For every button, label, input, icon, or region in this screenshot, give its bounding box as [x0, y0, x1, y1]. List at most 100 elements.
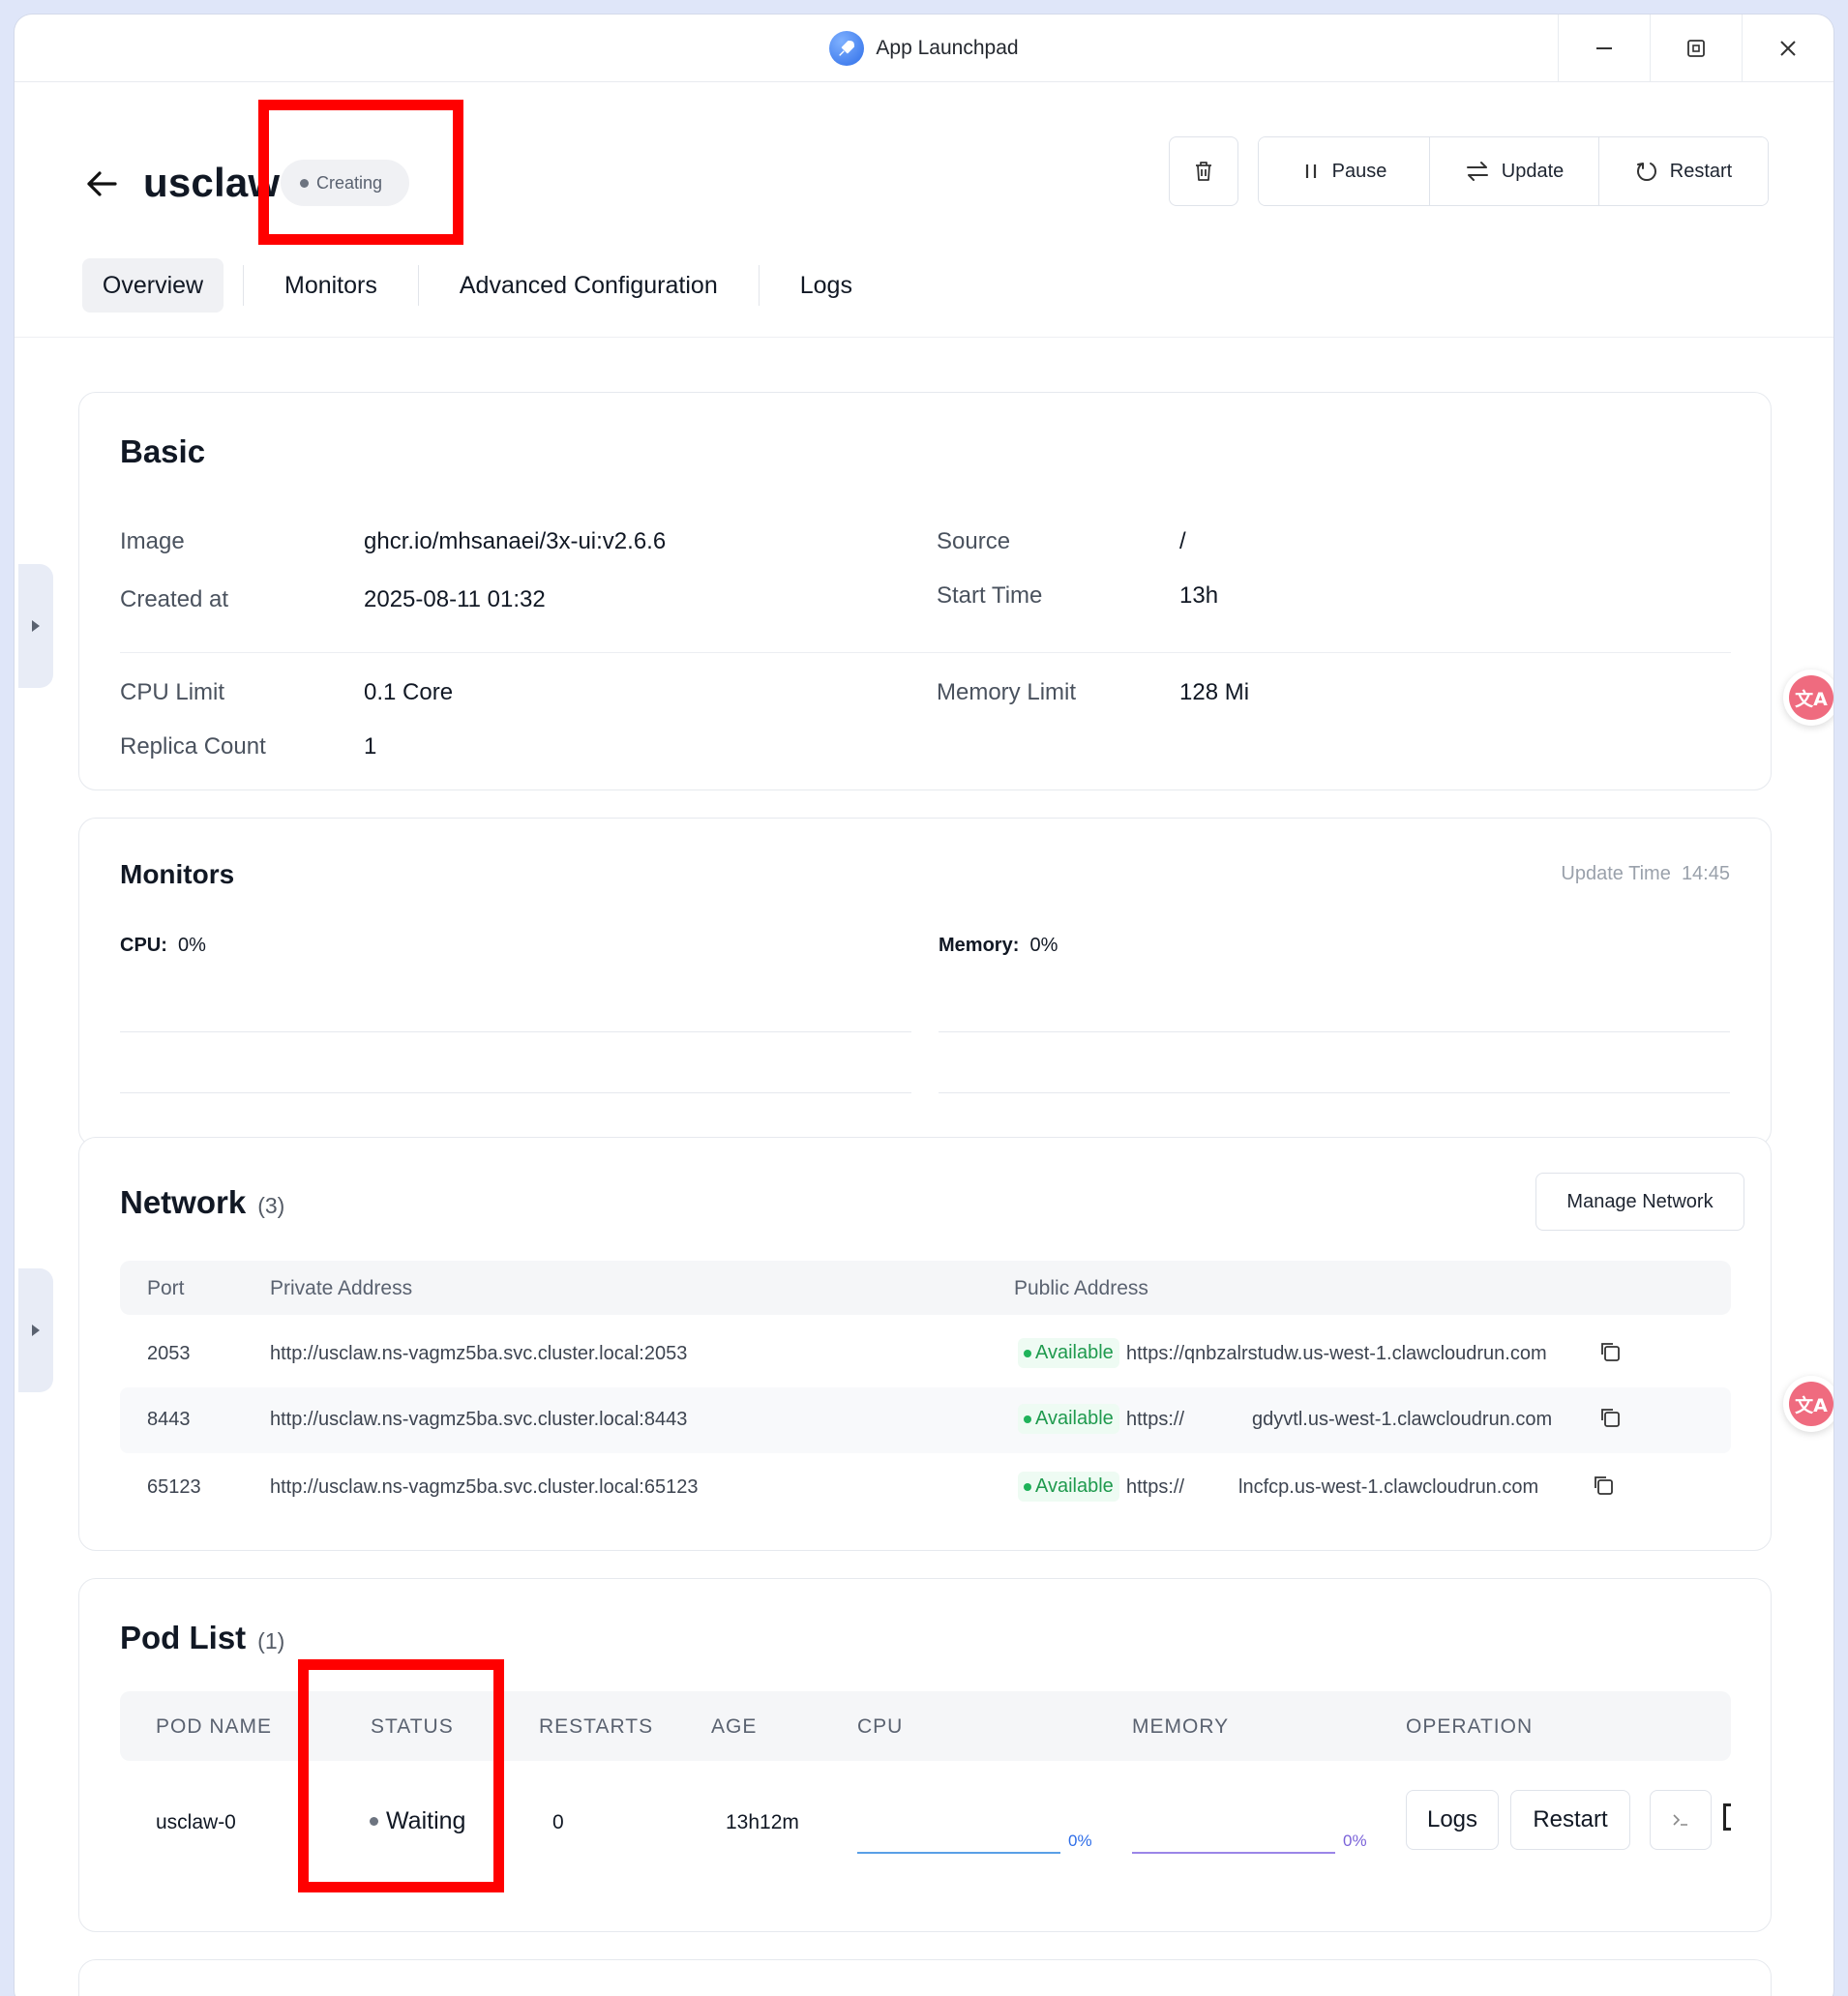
available-text: Available	[1035, 1475, 1114, 1497]
maximize-button[interactable]	[1650, 15, 1742, 82]
network-row: 8443 http://usclaw.ns-vagmz5ba.svc.clust…	[120, 1387, 1731, 1453]
pause-button[interactable]: Pause	[1259, 137, 1429, 205]
network-count: (3)	[257, 1193, 285, 1218]
pause-label: Pause	[1331, 160, 1387, 182]
memory-chart-line	[939, 1092, 1730, 1093]
app-status-text: Creating	[316, 172, 383, 193]
network-row: 2053 http://usclaw.ns-vagmz5ba.svc.clust…	[120, 1322, 1731, 1387]
manage-network-button[interactable]: Manage Network	[1535, 1173, 1744, 1231]
update-button[interactable]: Update	[1430, 137, 1598, 205]
pod-list-title: Pod List	[120, 1620, 247, 1655]
start-time-label: Start Time	[937, 582, 1043, 609]
age-cell: 13h12m	[726, 1811, 799, 1833]
tab-logs[interactable]: Logs	[779, 258, 874, 313]
restart-button[interactable]: Restart	[1599, 137, 1768, 205]
window-title: App Launchpad	[876, 36, 1019, 59]
pod-status-text: Waiting	[386, 1807, 466, 1834]
trash-icon	[1196, 162, 1211, 181]
copy-icon[interactable]	[1597, 1405, 1623, 1435]
memory-limit-label: Memory Limit	[937, 679, 1077, 705]
public-address-link[interactable]: https://qnbzalrstudw.us-west-1.clawcloud…	[1126, 1343, 1547, 1365]
translate-button[interactable]: 文A	[1783, 1376, 1833, 1432]
update-time-value: 14:45	[1681, 863, 1730, 884]
sidebar-expand-handle[interactable]	[18, 564, 53, 688]
public-address-prefix: https://	[1126, 1476, 1185, 1498]
public-address-link[interactable]: https:// gdyvtl.us-west-1.clawcloudrun.co…	[1126, 1409, 1552, 1431]
source-value: /	[1179, 528, 1186, 554]
age-column-header: AGE	[711, 1715, 758, 1738]
pause-icon	[1305, 164, 1316, 178]
action-button-group: Pause Update Restart	[1258, 136, 1769, 206]
tab-divider	[758, 265, 760, 306]
update-time-label: Update Time	[1561, 863, 1671, 884]
port-cell: 8443	[147, 1409, 191, 1430]
pod-logs-button[interactable]: Logs	[1406, 1790, 1499, 1850]
sidebar-expand-handle[interactable]	[18, 1268, 53, 1392]
close-button[interactable]	[1742, 15, 1833, 82]
memory-chart-line	[939, 1031, 1730, 1032]
translate-icon: 文A	[1789, 675, 1833, 720]
pod-restart-button[interactable]: Restart	[1510, 1790, 1630, 1850]
minimize-button[interactable]	[1558, 15, 1650, 82]
tab-overview[interactable]: Overview	[82, 258, 224, 313]
private-address-cell: http://usclaw.ns-vagmz5ba.svc.cluster.lo…	[270, 1409, 688, 1430]
private-address-cell: http://usclaw.ns-vagmz5ba.svc.cluster.lo…	[270, 1476, 699, 1498]
maximize-icon	[1687, 40, 1705, 57]
app-window: App Launchpad usclaw Creating Pause Upda…	[15, 15, 1833, 1996]
basic-title: Basic	[120, 433, 206, 469]
cpu-usage-value: 0%	[1068, 1832, 1092, 1850]
translate-icon: 文A	[1789, 1382, 1833, 1426]
back-button[interactable]	[82, 164, 121, 203]
rocket-icon	[829, 30, 865, 66]
monitors-card: Monitors Update Time 14:45 CPU: 0% Memor…	[78, 818, 1772, 1147]
network-title-group: Network (3)	[120, 1184, 284, 1221]
basic-card: Basic Image ghcr.io/mhsanaei/3x-ui:v2.6.…	[78, 392, 1772, 790]
caret-right-icon	[32, 620, 40, 632]
memory-monitor-label: Memory: 0%	[939, 935, 1058, 957]
app-status-badge: Creating	[281, 160, 410, 206]
public-address-column-header: Public Address	[1014, 1277, 1148, 1299]
restart-icon	[1636, 163, 1656, 182]
terminal-button[interactable]	[1650, 1790, 1712, 1850]
operation-column-header: OPERATION	[1406, 1715, 1534, 1738]
source-label: Source	[937, 528, 1011, 554]
network-row: 65123 http://usclaw.ns-vagmz5ba.svc.clus…	[120, 1455, 1731, 1521]
replica-count-value: 1	[364, 733, 377, 760]
available-dot	[1024, 1349, 1031, 1357]
more-button-partial[interactable]	[1723, 1803, 1731, 1831]
cpu-limit-value: 0.1 Core	[364, 679, 454, 705]
replica-count-label: Replica Count	[120, 733, 266, 760]
available-dot	[1024, 1482, 1031, 1491]
cpu-limit-label: CPU Limit	[120, 679, 225, 705]
status-column-header: STATUS	[371, 1715, 454, 1738]
image-value: ghcr.io/mhsanaei/3x-ui:v2.6.6	[364, 528, 667, 554]
translate-button[interactable]: 文A	[1783, 670, 1833, 726]
memory-label: Memory:	[939, 935, 1020, 956]
tab-advanced-configuration[interactable]: Advanced Configuration	[438, 258, 739, 313]
cpu-column-header: CPU	[857, 1715, 904, 1738]
pod-list-card: Pod List (1) POD NAME STATUS RESTARTS AGE…	[78, 1578, 1772, 1932]
next-card	[78, 1959, 1772, 1996]
pod-table-header: POD NAME STATUS RESTARTS AGE CPU MEMORY …	[120, 1691, 1731, 1761]
copy-icon[interactable]	[1597, 1339, 1623, 1369]
restarts-cell: 0	[552, 1811, 564, 1833]
network-card: Network (3) Manage Network Port Private A…	[78, 1137, 1772, 1551]
minimize-icon	[1596, 47, 1612, 49]
tab-monitors[interactable]: Monitors	[263, 258, 399, 313]
pod-list-count: (1)	[257, 1628, 285, 1653]
memory-value: 0%	[1029, 935, 1058, 956]
public-address-suffix: lncfcp.us-west-1.clawcloudrun.com	[1238, 1476, 1539, 1498]
created-at-label: Created at	[120, 586, 229, 612]
tab-bar: Overview Monitors Advanced Configuration…	[82, 258, 874, 313]
created-at-value: 2025-08-11 01:32	[364, 586, 546, 612]
memory-limit-value: 128 Mi	[1179, 679, 1250, 705]
delete-button[interactable]	[1169, 136, 1238, 206]
copy-icon[interactable]	[1591, 1473, 1616, 1503]
restarts-column-header: RESTARTS	[539, 1715, 654, 1738]
public-address-suffix: gdyvtl.us-west-1.clawcloudrun.com	[1252, 1409, 1553, 1430]
public-address-prefix: https://	[1126, 1409, 1185, 1430]
cpu-label: CPU:	[120, 935, 167, 956]
restart-label: Restart	[1669, 160, 1733, 182]
app-name: usclaw	[143, 160, 281, 205]
public-address-link[interactable]: https:// lncfcp.us-west-1.clawcloudrun.co…	[1126, 1476, 1538, 1499]
